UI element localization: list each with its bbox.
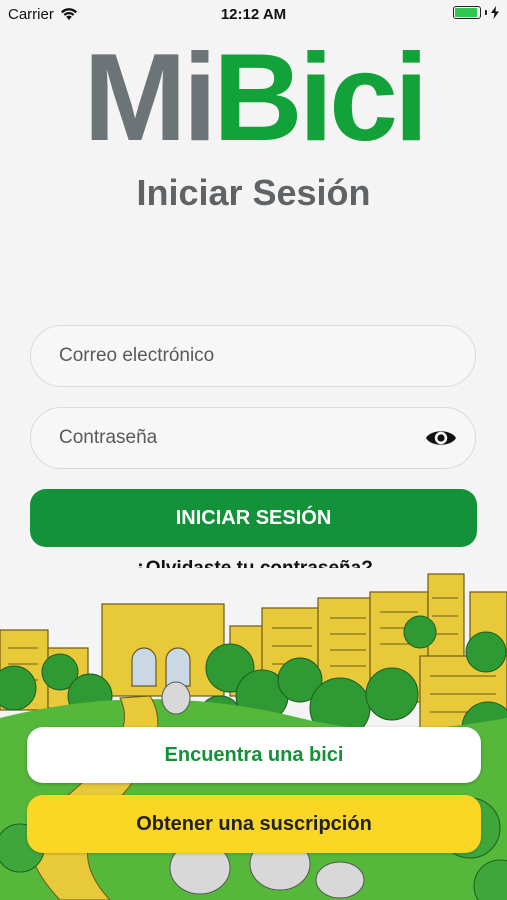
status-time: 12:12 AM (220, 6, 287, 23)
page-title: Iniciar Sesión (136, 172, 371, 213)
login-button[interactable]: INICIAR SESIÓN (30, 489, 477, 547)
battery-icon (453, 6, 481, 19)
password-field-container (30, 407, 476, 469)
find-bike-button[interactable]: Encuentra una bici (27, 727, 481, 783)
eye-icon[interactable] (425, 426, 457, 450)
email-field-container (30, 325, 476, 387)
mibici-logo: Mi Bici (48, 29, 460, 167)
logo-part-bici: Bici (213, 29, 428, 167)
get-subscription-button[interactable]: Obtener una suscripción (27, 795, 481, 853)
status-bar: Carrier 12:12 AM (0, 0, 507, 28)
battery-cap (485, 10, 487, 15)
battery-group (453, 6, 499, 19)
charging-icon (491, 6, 499, 19)
password-input[interactable] (59, 408, 405, 468)
email-input[interactable] (59, 326, 405, 386)
logo-part-mi: Mi (83, 29, 217, 167)
